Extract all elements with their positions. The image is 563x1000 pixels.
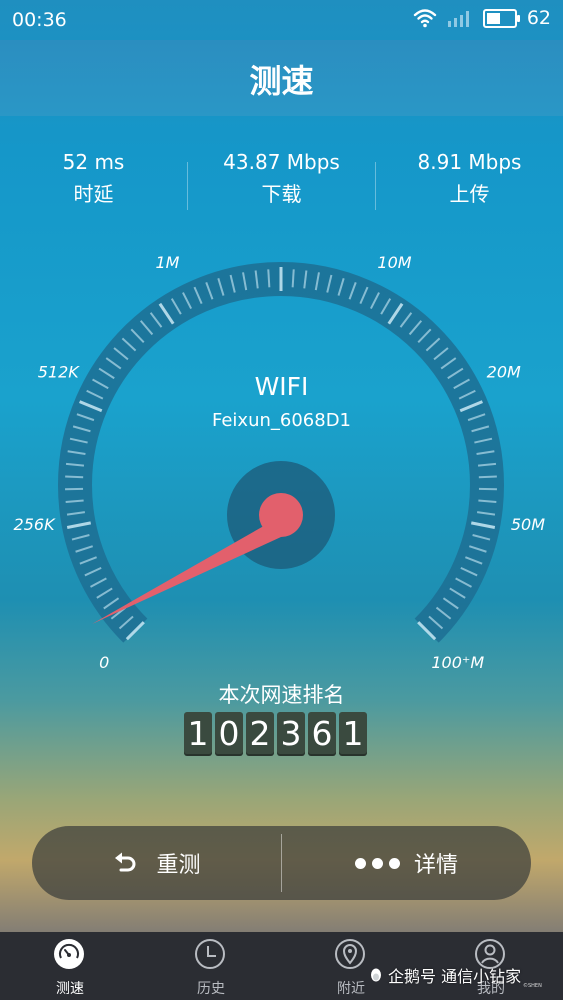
gauge-scale-label: 100⁺M [431, 653, 484, 672]
upload-stat: 8.91 Mbps 上传 [376, 150, 563, 207]
watermark: 企鹅号 通信小钻家 [368, 963, 521, 987]
network-type: WIFI [254, 372, 309, 401]
gauge-tick [65, 475, 84, 479]
download-stat: 43.87 Mbps 下载 [188, 150, 375, 207]
rank-counter: 1 0 2 3 6 1 [184, 712, 367, 756]
page-title: 测速 [249, 62, 314, 100]
rank-digit: 3 [277, 712, 305, 756]
stats-row: 52 ms 时延 43.87 Mbps 下载 8.91 Mbps 上传 [0, 150, 563, 220]
retest-icon [115, 852, 136, 872]
gauge-tick [478, 499, 497, 503]
signal-icon [447, 11, 469, 27]
latency-label: 时延 [73, 182, 114, 206]
location-pin-icon [335, 939, 365, 969]
download-value: 43.87 Mbps [223, 150, 340, 174]
retest-label: 重测 [156, 853, 201, 878]
gauge-ring [58, 262, 504, 643]
rank-label: 本次网速排名 [218, 683, 345, 707]
details-button[interactable]: 详情 [282, 826, 531, 900]
clock-icon [195, 939, 225, 969]
nav-label-history: 历史 [197, 981, 225, 997]
speedtest-screen: 00:36 62 测速 52 ms 时延 43.87 Mbps 下载 8.91 … [0, 0, 563, 1000]
gauge-tick [65, 499, 84, 503]
wifi-ssid: Feixun_6068D1 [211, 410, 352, 431]
latency-stat: 52 ms 时延 [0, 150, 187, 207]
battery-level [486, 12, 501, 24]
rank-digit: 1 [184, 712, 212, 756]
rank-digit: 1 [339, 712, 367, 756]
gauge-tick [267, 269, 271, 288]
details-label: 详情 [413, 853, 458, 878]
gauge-scale-label: 10M [377, 255, 411, 272]
gauge-tick [478, 475, 497, 479]
status-icons: 62 [413, 7, 551, 29]
header: 测速 [0, 40, 563, 116]
speedometer-icon [54, 939, 84, 969]
gauge-scale-label: 256K [14, 515, 57, 534]
gauge-tick [291, 269, 295, 288]
penguin-icon [371, 968, 381, 982]
nav-item-speedtest[interactable]: 测速 [0, 932, 140, 1000]
gauge-band [58, 262, 504, 643]
action-bar: 重测 详情 [32, 826, 531, 900]
rank-digit: 2 [246, 712, 274, 756]
status-bar: 00:36 62 [0, 0, 563, 40]
download-label: 下载 [261, 182, 302, 206]
gauge-scale-label: 50M [511, 515, 545, 534]
upload-value: 8.91 Mbps [417, 150, 522, 174]
needle-pivot [259, 493, 303, 537]
battery-percent: 62 [526, 7, 551, 29]
status-time: 00:36 [12, 9, 67, 31]
watermark-text: 企鹅号 通信小钻家 [388, 967, 522, 986]
wifi-icon [413, 9, 437, 28]
latency-value: 52 ms [62, 150, 125, 174]
nav-label-speedtest: 测速 [56, 981, 84, 997]
gauge-needle [92, 523, 281, 624]
more-dots-icon [354, 857, 400, 869]
retest-button[interactable]: 重测 [32, 826, 281, 900]
gauge-scale-label: 0 [99, 653, 109, 672]
speed-gauge: 0256K512K1M5M10M20M50M100⁺M [14, 255, 546, 672]
upload-label: 上传 [449, 182, 490, 206]
rank-digit: 6 [308, 712, 336, 756]
battery-icon [482, 8, 520, 28]
gauge-scale-label: 1M [156, 255, 180, 272]
watermark-small: ©SHEN [523, 983, 542, 989]
rank-digit: 0 [215, 712, 243, 756]
nav-item-history[interactable]: 历史 [141, 932, 281, 1000]
